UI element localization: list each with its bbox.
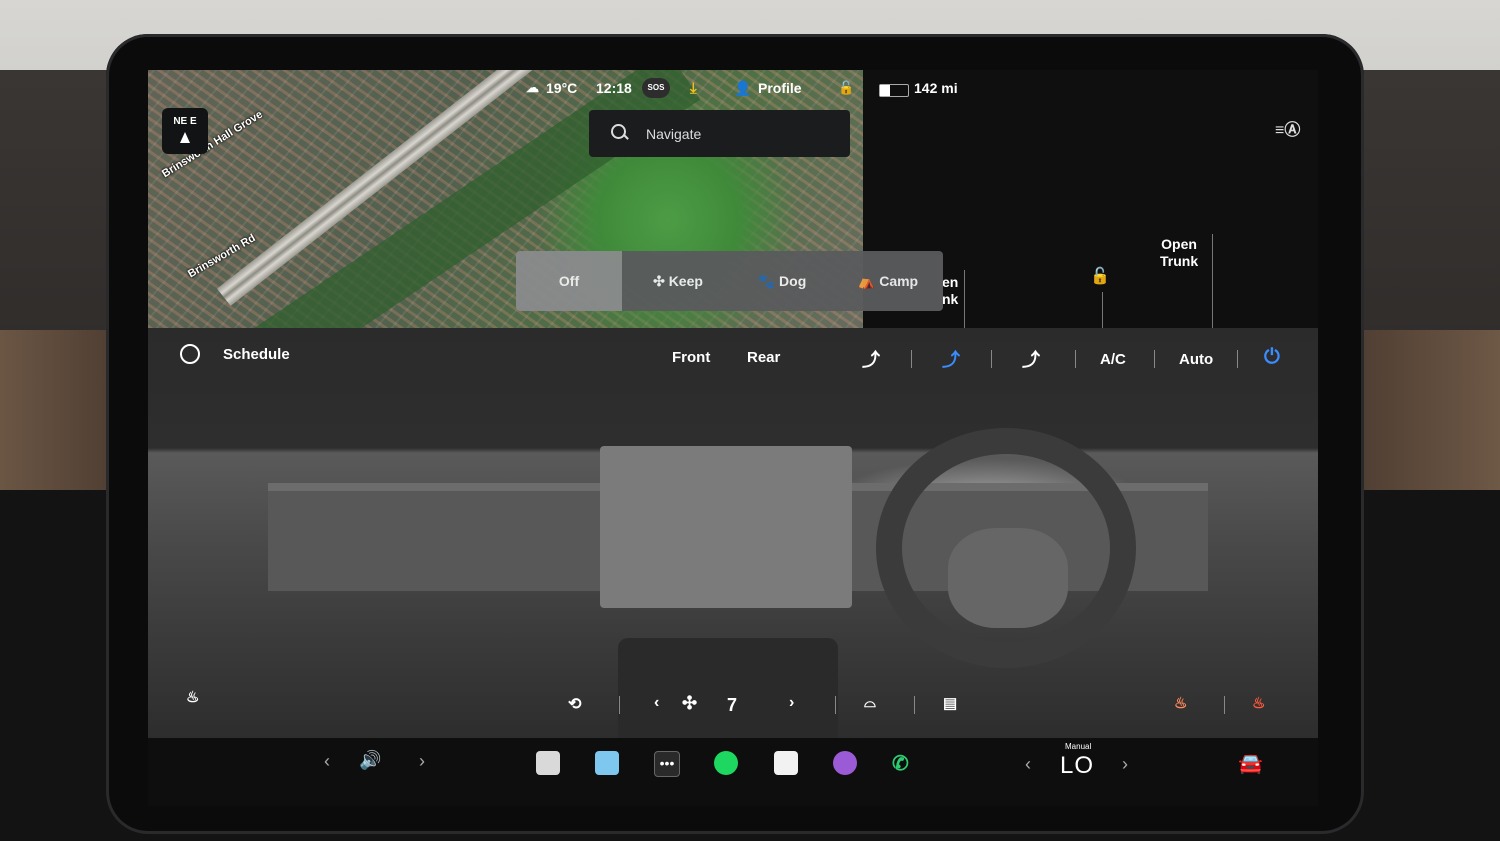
steering-wheel: [876, 428, 1136, 668]
media-app-icon[interactable]: [833, 751, 857, 775]
volume-icon[interactable]: 🔊: [359, 750, 381, 771]
volume-down-chevron[interactable]: ‹: [324, 751, 330, 772]
touchscreen: Brinsworth Hall Grove Brinsworth Rd NE E…: [148, 70, 1318, 806]
profile-button[interactable]: Profile: [758, 80, 802, 96]
charge-port-line: [1102, 292, 1103, 328]
navigate-search[interactable]: Navigate: [589, 110, 850, 157]
mode-camp[interactable]: ⛺ Camp: [836, 251, 940, 311]
front-airflow-button[interactable]: Front: [672, 349, 710, 366]
tent-icon: ⛺: [857, 273, 880, 289]
open-frunk-button[interactable]: en nk: [942, 274, 958, 308]
driver-seat-heater-icon[interactable]: ♨: [186, 688, 199, 706]
fan-icon: ✣: [653, 273, 669, 289]
dashboard-wood-right: [1350, 330, 1500, 515]
clock-icon: [180, 344, 200, 364]
mode-dog-label: Dog: [779, 273, 807, 289]
airflow-feet-icon[interactable]: ⤴: [1022, 346, 1040, 372]
open-trunk-button[interactable]: Open Trunk: [1160, 236, 1198, 270]
separator: [1154, 350, 1155, 368]
trunk-line: [1212, 234, 1213, 328]
frunk-line: [964, 270, 965, 328]
climate-power-icon[interactable]: ⏻: [1264, 346, 1280, 369]
temp-decrease-chevron[interactable]: ‹: [1025, 754, 1031, 775]
fan-icon: ✣: [682, 693, 698, 713]
rear-defrost-icon[interactable]: ▤: [943, 694, 957, 712]
passenger-seat-heater-icon[interactable]: ♨: [1252, 694, 1265, 712]
mode-dog[interactable]: 🐾 Dog: [732, 251, 832, 311]
separator: [991, 350, 992, 368]
cabin-console: [618, 638, 838, 738]
steering-heater-icon[interactable]: ♨: [1174, 694, 1187, 712]
separator: [1237, 350, 1238, 368]
separator: [1224, 696, 1225, 714]
heading-arrow-icon: [180, 132, 190, 143]
dashboard-wood-left: [0, 330, 120, 490]
fan-increase-button[interactable]: ›: [789, 694, 794, 712]
separator: [914, 696, 915, 714]
mode-keep[interactable]: ✣ Keep: [628, 251, 728, 311]
fan-speed: 7: [727, 695, 738, 715]
navigate-placeholder: Navigate: [646, 126, 702, 142]
sos-button[interactable]: SOS: [642, 78, 670, 98]
mode-keep-label: Keep: [668, 273, 703, 289]
spotify-icon[interactable]: [714, 751, 738, 775]
clock: 12:18: [596, 80, 632, 96]
search-icon: [611, 124, 626, 139]
climate-keep-mode-selector: Off ✣ Keep 🐾 Dog ⛺ Camp: [516, 251, 943, 311]
compass-button[interactable]: NE E: [162, 108, 208, 154]
phone-icon[interactable]: ✆: [892, 751, 909, 776]
range-readout: 142 mi: [914, 80, 958, 96]
charge-port-unlock-icon[interactable]: 🔓: [1090, 266, 1110, 286]
outside-temperature: 19°C: [546, 80, 578, 96]
cabin-center-display: [600, 446, 852, 608]
mode-off[interactable]: Off: [516, 251, 622, 311]
rear-airflow-button[interactable]: Rear: [747, 349, 780, 366]
more-apps-icon[interactable]: •••: [654, 751, 680, 777]
airflow-face-icon[interactable]: ⤴: [862, 346, 880, 372]
schedule-button[interactable]: Schedule: [223, 346, 290, 363]
auto-button[interactable]: Auto: [1179, 351, 1213, 368]
airflow-face-feet-icon[interactable]: ⤴: [942, 346, 960, 372]
battery-icon: [879, 84, 909, 97]
volume-up-chevron[interactable]: ›: [419, 751, 425, 772]
cabin-temp-readout[interactable]: LO: [1060, 752, 1094, 780]
headlight-auto-icon[interactable]: ≡Ⓐ: [1275, 116, 1300, 140]
separator: [911, 350, 912, 368]
download-icon[interactable]: ⤓: [690, 80, 697, 97]
separator: [835, 696, 836, 714]
car-icon[interactable]: 🚘: [1238, 751, 1263, 776]
toybox-app-icon[interactable]: [536, 751, 560, 775]
cloud-icon: ☁: [526, 80, 539, 95]
fan-decrease-button[interactable]: ‹: [654, 694, 659, 712]
climate-cabin-view: Schedule Front Rear ⤴ ⤴ ⤴ A/C Auto ⏻ ♨ ⟲…: [148, 328, 1318, 738]
mode-camp-label: Camp: [879, 273, 919, 289]
camera-app-icon[interactable]: [595, 751, 619, 775]
temp-mode-label: Manual: [1065, 742, 1092, 751]
separator: [1075, 350, 1076, 368]
unlock-icon[interactable]: 🔓: [838, 80, 854, 96]
profile-icon: 👤: [734, 80, 752, 96]
ac-button[interactable]: A/C: [1100, 351, 1126, 368]
battery-fill: [880, 85, 890, 96]
recirculate-icon[interactable]: ⟲: [568, 694, 581, 714]
separator: [619, 696, 620, 714]
temp-increase-chevron[interactable]: ›: [1122, 754, 1128, 775]
paw-icon: 🐾: [757, 273, 780, 289]
compass-heading: NE E: [173, 116, 197, 127]
calendar-app-icon[interactable]: [774, 751, 798, 775]
front-defrost-icon[interactable]: ⌓: [864, 694, 876, 711]
